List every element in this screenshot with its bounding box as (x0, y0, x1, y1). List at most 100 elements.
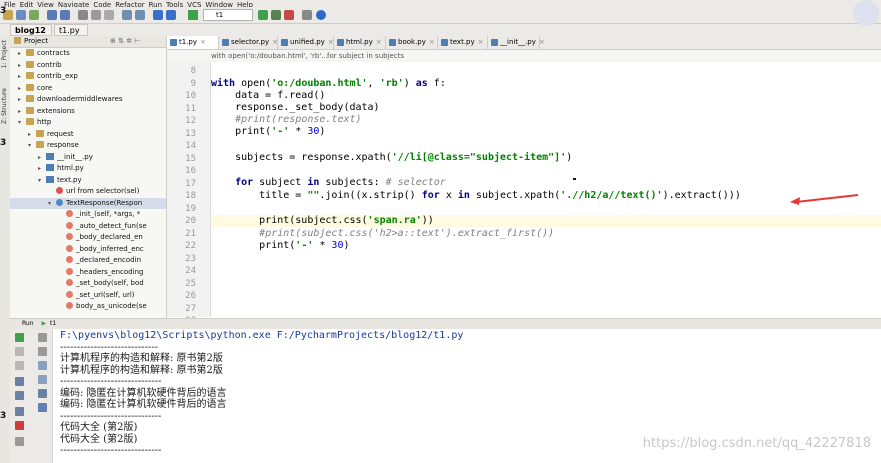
save-icon[interactable] (16, 10, 26, 20)
method-icon (66, 210, 73, 217)
chevron-right-icon[interactable]: ▸ (38, 152, 46, 163)
tab-book-py[interactable]: book.py × (386, 36, 438, 49)
cut-icon[interactable] (78, 10, 88, 20)
tree-item[interactable]: ▸ contrib (10, 60, 166, 71)
tree-item[interactable]: ▸ __init__.py (10, 152, 166, 163)
tree-item[interactable]: _set_body(self, bod (10, 278, 166, 289)
chevron-right-icon[interactable]: ▸ (18, 71, 26, 82)
chevron-right-icon[interactable]: ▸ (18, 60, 26, 71)
tree-item[interactable]: ▾ TextResponse(Respon (10, 197, 166, 209)
build-icon[interactable] (188, 10, 198, 20)
tab-text-py[interactable]: text.py × (438, 36, 488, 49)
tree-item-label: _set_body(self, bod (76, 279, 144, 287)
sync-icon[interactable] (29, 10, 39, 20)
project-panel-title[interactable]: Project (24, 37, 48, 45)
soft-wrap-icon[interactable] (38, 361, 47, 370)
scroll-to-end-icon[interactable] (38, 375, 47, 384)
structure-tool-tab[interactable]: Z: Structure (1, 88, 8, 124)
help-icon[interactable] (316, 10, 326, 20)
redo-icon[interactable] (60, 10, 70, 20)
chevron-right-icon[interactable]: ▸ (18, 94, 26, 105)
tree-item[interactable]: _set_url(self, url) (10, 290, 166, 301)
settings-run-icon[interactable] (15, 391, 24, 400)
nav-file[interactable]: t1.py (54, 24, 88, 36)
print-icon[interactable] (38, 389, 47, 398)
breadcrumb-with[interactable]: with open('o:/douban.html', 'rb'... (211, 50, 328, 62)
tree-item[interactable]: ▸ request (10, 129, 166, 140)
tree-item[interactable]: ▸ contracts (10, 48, 166, 59)
tab-init-py[interactable]: __init__.py × (488, 36, 545, 49)
console-line: 代码大全 (第2版) (60, 433, 138, 445)
panel-tool-icons[interactable]: ⊕ ⇅ ✲ ⊢ (110, 36, 140, 47)
tree-item[interactable]: _headers_encoding (10, 267, 166, 278)
tree-item[interactable]: body_as_unicode(se (10, 301, 166, 312)
settings-icon[interactable] (302, 10, 312, 20)
paste-icon[interactable] (104, 10, 114, 20)
run-config-select[interactable]: t1 (203, 9, 253, 21)
down-icon[interactable] (38, 347, 47, 356)
chevron-right-icon[interactable]: ▸ (18, 48, 26, 59)
nav-project[interactable]: blog12 (10, 24, 52, 36)
tree-item[interactable]: ▸ core (10, 83, 166, 94)
help-run-icon[interactable] (15, 437, 24, 446)
copy-icon[interactable] (91, 10, 101, 20)
tree-item[interactable]: _declared_encodin (10, 255, 166, 266)
pause-icon[interactable] (15, 361, 24, 370)
folder-icon (26, 118, 34, 125)
run-tab-label[interactable]: Run (22, 320, 34, 327)
tree-item-label: text.py (57, 175, 82, 184)
chevron-right-icon[interactable]: ▸ (38, 163, 46, 174)
debug-icon[interactable] (271, 10, 281, 20)
tree-item[interactable]: _body_inferred_enc (10, 244, 166, 255)
close-tab-icon[interactable]: × (539, 38, 545, 46)
close-run-icon[interactable] (15, 421, 24, 430)
run-config-label: t1 (216, 11, 224, 19)
chevron-right-icon[interactable]: ▸ (18, 83, 26, 94)
code-line-21: #print(subject.css('h2>a::text').extract… (259, 228, 555, 239)
tree-item[interactable]: _init_(self, *args, * (10, 209, 166, 220)
tree-item[interactable]: ▸ downloadermiddlewares (10, 94, 166, 105)
close-tab-icon[interactable]: × (478, 38, 484, 46)
rerun-icon[interactable] (15, 333, 24, 342)
chevron-down-icon[interactable]: ▾ (38, 175, 46, 186)
undo-icon[interactable] (47, 10, 57, 20)
chevron-right-icon[interactable]: ▸ (18, 106, 26, 117)
tree-item[interactable]: ▸ html.py (10, 163, 166, 174)
breadcrumb-for[interactable]: for subject in subjects (327, 50, 404, 62)
tab-html-py[interactable]: html.py × (334, 36, 386, 49)
find-icon[interactable] (122, 10, 132, 20)
tree-item[interactable]: _body_declared_en (10, 232, 166, 243)
tree-item[interactable]: ▸ extensions (10, 106, 166, 117)
code-editor[interactable]: with open('o:/douban.html', 'rb') as f: … (211, 62, 881, 317)
forward-icon[interactable] (166, 10, 176, 20)
tree-item[interactable]: url from selector(sel) (10, 186, 166, 197)
dump-threads-icon[interactable] (15, 377, 24, 386)
run-config-tab-label[interactable]: t1 (50, 320, 56, 327)
project-tool-tab[interactable]: 1: Project (1, 40, 8, 68)
pin-icon[interactable] (15, 407, 24, 416)
tab-unified-py[interactable]: unified.py × (278, 36, 334, 49)
up-icon[interactable] (38, 333, 47, 342)
tree-item[interactable]: ▾ text.py (10, 175, 166, 186)
chevron-down-icon[interactable]: ▾ (48, 198, 56, 209)
tree-item[interactable]: _auto_detect_fun(se (10, 221, 166, 232)
close-tab-icon[interactable]: × (429, 38, 435, 46)
tree-item[interactable]: ▾ response (10, 140, 166, 151)
tab-selector-py[interactable]: selector.py × (219, 36, 278, 49)
chevron-right-icon[interactable]: ▸ (28, 129, 36, 140)
stop-icon[interactable] (284, 10, 294, 20)
floating-widget-icon[interactable] (853, 0, 879, 26)
tab-t1-py[interactable]: t1.py × (167, 36, 219, 49)
stop-run-icon[interactable] (15, 347, 24, 356)
run-icon[interactable] (258, 10, 268, 20)
clear-all-icon[interactable] (38, 403, 47, 412)
replace-icon[interactable] (135, 10, 145, 20)
close-tab-icon[interactable]: × (328, 38, 334, 46)
close-tab-icon[interactable]: × (376, 38, 382, 46)
chevron-down-icon[interactable]: ▾ (28, 140, 36, 151)
chevron-down-icon[interactable]: ▾ (18, 117, 26, 128)
tree-item[interactable]: ▸ contrib_exp (10, 71, 166, 82)
close-tab-icon[interactable]: × (200, 38, 206, 46)
back-icon[interactable] (153, 10, 163, 20)
tree-item[interactable]: ▾ http (10, 117, 166, 128)
